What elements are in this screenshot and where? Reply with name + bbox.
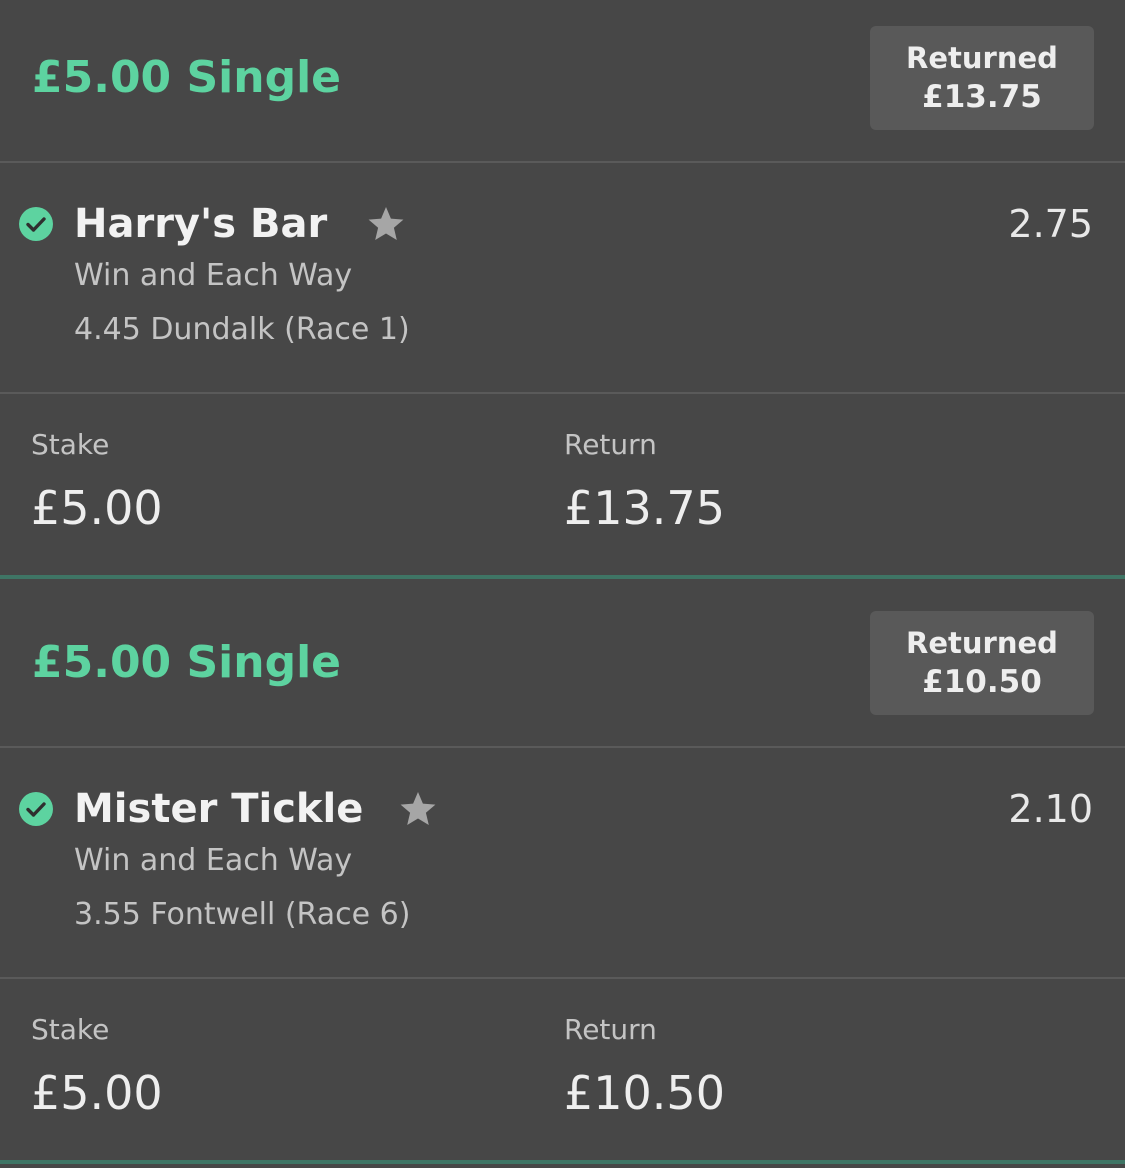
bet-title: £5.00 Single: [32, 637, 342, 688]
check-circle-icon: [19, 792, 53, 826]
returned-label: Returned: [906, 626, 1058, 660]
runner-name: Harry's Bar: [74, 201, 328, 247]
odds-value: 2.10: [1008, 787, 1093, 831]
stake-value: £5.00: [31, 481, 163, 535]
returned-amount: £13.75: [922, 79, 1042, 115]
star-icon[interactable]: [398, 789, 438, 829]
bet-card[interactable]: £5.00 Single Returned £10.50 Mister Tick…: [0, 585, 1125, 1168]
stake-value: £5.00: [31, 1066, 163, 1120]
bet-divider: [0, 1160, 1125, 1164]
bet-card[interactable]: £5.00 Single Returned £13.75 Harry's Bar…: [0, 0, 1125, 585]
bet-title: £5.00 Single: [32, 52, 342, 103]
returned-badge: Returned £10.50: [870, 611, 1094, 715]
star-icon[interactable]: [366, 204, 406, 244]
return-label: Return: [564, 428, 657, 461]
returned-badge: Returned £13.75: [870, 26, 1094, 130]
return-value: £13.75: [564, 481, 725, 535]
stake-label: Stake: [31, 1013, 110, 1046]
odds-value: 2.75: [1008, 202, 1093, 246]
returned-amount: £10.50: [922, 664, 1042, 700]
event-name: 4.45 Dundalk (Race 1): [74, 312, 410, 347]
check-circle-icon: [19, 207, 53, 241]
bet-divider: [0, 575, 1125, 579]
bet-history-list: £5.00 Single Returned £13.75 Harry's Bar…: [0, 0, 1125, 1168]
event-name: 3.55 Fontwell (Race 6): [74, 897, 411, 932]
stake-label: Stake: [31, 428, 110, 461]
runner-name: Mister Tickle: [74, 786, 364, 832]
returned-label: Returned: [906, 41, 1058, 75]
return-value: £10.50: [564, 1066, 725, 1120]
return-label: Return: [564, 1013, 657, 1046]
market-name: Win and Each Way: [74, 258, 353, 293]
market-name: Win and Each Way: [74, 843, 353, 878]
